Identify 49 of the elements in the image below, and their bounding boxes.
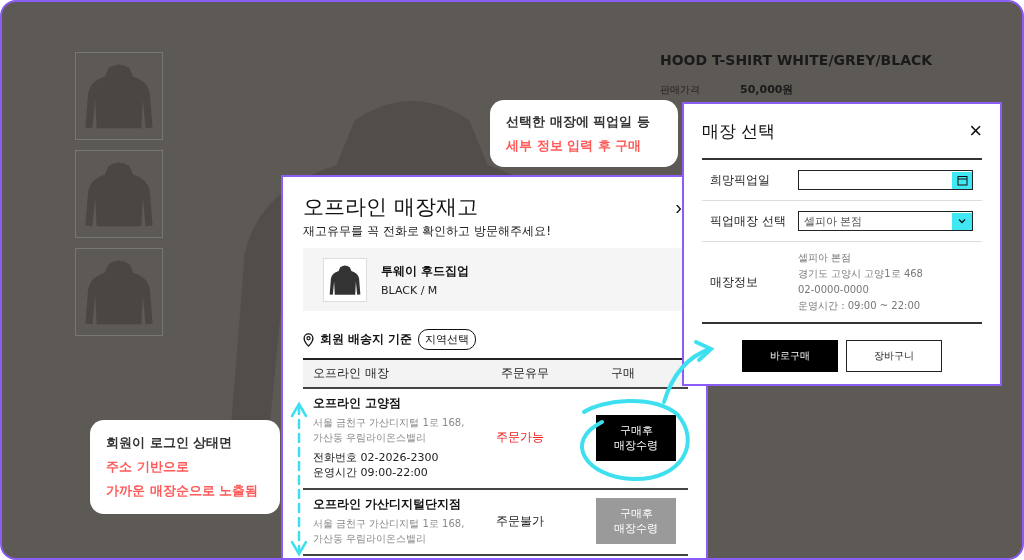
pickup-purchase-button[interactable]: 구매후 매장수령	[596, 414, 676, 461]
column-header: 주문유무	[500, 365, 550, 382]
store-hours: 운영시간 09:00-22:00	[313, 465, 429, 480]
close-button[interactable]: ›	[675, 193, 682, 221]
calendar-icon[interactable]	[956, 174, 968, 186]
callout-text: 세부 정보 입력 후 구매	[506, 136, 643, 155]
region-select-button[interactable]: 지역선택	[418, 329, 477, 350]
dialog-title: 매장 선택	[702, 119, 776, 143]
callout-text: 선택한 매장에 픽업일 등	[506, 112, 651, 131]
buy-now-button[interactable]: 바로구매	[742, 340, 838, 372]
product-thumbnail[interactable]	[75, 150, 163, 238]
product-title: HOOD T-SHIRT WHITE/GREY/BLACK	[660, 52, 933, 68]
order-status: 주문불가	[495, 512, 545, 530]
order-status: 주문가능	[495, 429, 545, 446]
close-button[interactable]: ×	[969, 118, 982, 144]
field-label: 희망픽업일	[710, 171, 771, 189]
callout-text: 가까운 매장순으로 노출됨	[106, 482, 260, 500]
product-thumbnail[interactable]	[75, 52, 163, 140]
store-name: 오프라인 가산디지털단지점	[313, 496, 463, 513]
callout-text: 주소 기반으로	[106, 458, 190, 476]
chevron-down-icon	[958, 218, 966, 224]
field-label: 픽업매장 선택	[710, 212, 787, 230]
location-label: 회원 배송지 기준	[320, 331, 413, 348]
product-option: BLACK / M	[381, 283, 470, 297]
product-image	[323, 257, 367, 302]
price: 50,000원	[740, 82, 794, 97]
store-address: 가산동 우림라이온스밸리	[313, 532, 428, 546]
store-address: 서울 금천구 가산디지털 1로 168,	[313, 517, 466, 531]
dialog-subtitle: 재고유무를 꼭 전화로 확인하고 방문해주세요!	[303, 223, 553, 240]
store-info-text: 셀피아 본점	[798, 251, 853, 265]
field-label: 매장정보	[710, 273, 759, 291]
column-header: 오프라인 매장	[312, 365, 390, 382]
curved-arrow	[662, 340, 715, 404]
store-info-text: 운영시간 : 09:00 ~ 22:00	[798, 299, 922, 313]
dialog-title: 오프라인 매장재고	[303, 194, 478, 221]
product-thumbnail[interactable]	[75, 248, 163, 336]
column-header: 구매	[610, 365, 636, 382]
store-name: 오프라인 고양점	[313, 395, 403, 412]
location-pin-icon	[303, 332, 314, 347]
pickup-date-field[interactable]	[798, 170, 973, 190]
store-dropdown[interactable]: 셀피아 본점	[798, 211, 973, 231]
store-phone: 전화번호 02-2026-2300	[313, 450, 440, 465]
store-info-text: 경기도 고양시 고양1로 468	[798, 267, 923, 281]
callout-text: 회원이 로그인 상태면	[106, 434, 234, 452]
store-info-text: 02-0000-0000	[798, 283, 870, 297]
store-address: 가산동 우림라이온스밸리	[313, 431, 428, 445]
store-address: 서울 금천구 가산디지털 1로 168,	[313, 416, 466, 430]
product-name: 투웨이 후드집업	[381, 262, 470, 280]
cart-button[interactable]: 장바구니	[846, 340, 942, 372]
